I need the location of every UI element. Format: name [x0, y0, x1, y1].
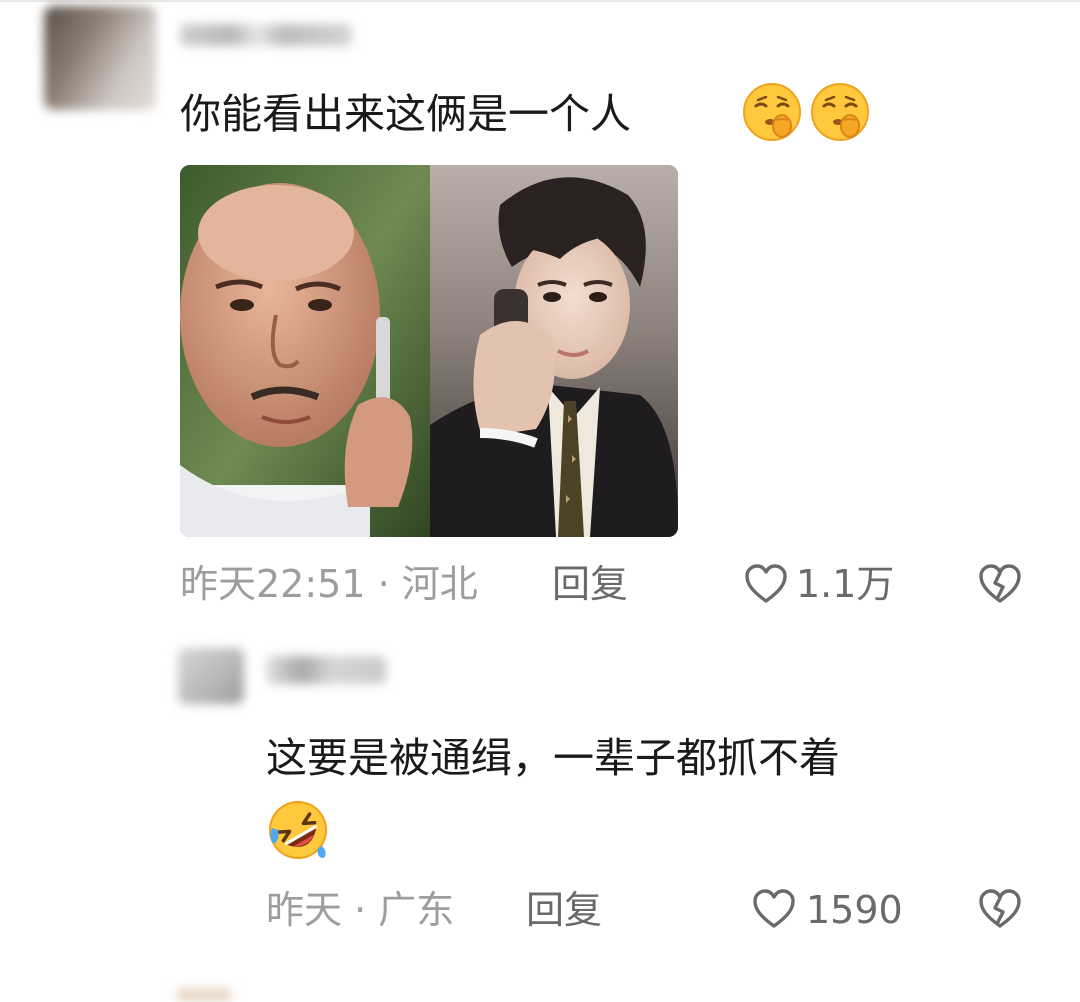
rolling-laughing-emoji	[269, 801, 327, 859]
reply-button[interactable]: 回复	[526, 886, 602, 934]
username[interactable]	[180, 24, 352, 46]
top-divider	[0, 0, 1080, 2]
like-count: 1.1万	[796, 562, 895, 606]
comment-image[interactable]	[180, 165, 678, 537]
comment-text: 这要是被通缉，一辈子都抓不着	[266, 734, 840, 782]
like-count: 1590	[806, 888, 903, 932]
reply-button[interactable]: 回复	[552, 560, 628, 608]
shushing-face-emoji	[743, 83, 801, 141]
avatar[interactable]	[44, 6, 156, 110]
broken-heart-icon[interactable]	[978, 563, 1022, 605]
broken-heart-icon[interactable]	[978, 888, 1022, 930]
heart-icon[interactable]	[744, 563, 788, 605]
shushing-face-emoji	[811, 83, 869, 141]
comparison-photo	[180, 165, 678, 537]
heart-icon[interactable]	[752, 888, 796, 930]
username[interactable]	[266, 656, 386, 684]
comment-text: 你能看出来这俩是一个人	[180, 90, 631, 138]
comment-time-location: 昨天22:51 · 河北	[180, 562, 478, 606]
avatar[interactable]	[178, 648, 244, 704]
comment-time-location: 昨天 · 广东	[266, 888, 455, 932]
